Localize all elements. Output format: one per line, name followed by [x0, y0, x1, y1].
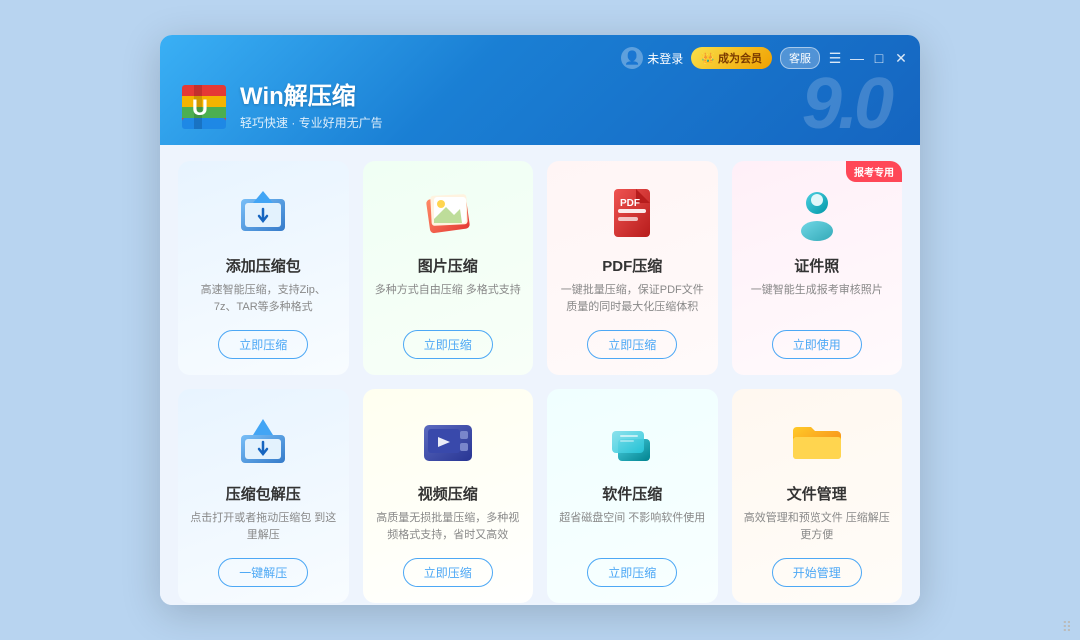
app-info: U Win解压缩 轻巧快速 · 专业好用无广告: [180, 83, 383, 131]
decompress-icon: [231, 409, 295, 473]
decompress-desc: 点击打开或者拖动压缩包 到这里解压: [190, 510, 337, 546]
card-folder[interactable]: 文件管理 高效管理和预览文件 压缩解压更方便 开始管理: [732, 389, 903, 603]
app-title: Win解压缩: [240, 83, 383, 112]
video-desc: 高质量无损批量压缩，多种视频格式支持，省时又高效: [375, 510, 522, 546]
software-icon: [600, 409, 664, 473]
compress-title: 添加压缩包: [226, 255, 301, 276]
vip-button[interactable]: 👑 成为会员: [691, 47, 772, 69]
idphoto-button[interactable]: 立即使用: [772, 330, 862, 359]
image-button[interactable]: 立即压缩: [403, 330, 493, 359]
main-window: U Win解压缩 轻巧快速 · 专业好用无广告 9.0 👤 未登录 👑 成为会员…: [160, 35, 920, 605]
idphoto-title: 证件照: [794, 255, 839, 276]
pdf-button[interactable]: 立即压缩: [587, 330, 677, 359]
crown-icon: 👑: [701, 52, 715, 65]
folder-icon: [785, 409, 849, 473]
main-content: 添加压缩包 高速智能压缩，支持Zip、7z、TAR等多种格式 立即压缩: [160, 145, 920, 605]
titlebar-controls: 👤 未登录 👑 成为会员 客服 ☰ — □ ✕: [621, 47, 908, 69]
card-pdf[interactable]: PDF PDF压缩 一键批量压缩，保证PDF文件质量的同时最大化压缩体积 立即压…: [547, 161, 718, 375]
login-text: 未登录: [647, 50, 683, 67]
idphoto-badge: 报考专用: [846, 161, 902, 182]
pdf-desc: 一键批量压缩，保证PDF文件质量的同时最大化压缩体积: [559, 282, 706, 318]
version-display: 9.0: [802, 68, 890, 140]
image-desc: 多种方式自由压缩 多格式支持: [375, 282, 521, 318]
video-icon: [416, 409, 480, 473]
software-title: 软件压缩: [602, 483, 662, 504]
idphoto-icon: [785, 181, 849, 245]
image-title: 图片压缩: [418, 255, 478, 276]
svg-text:PDF: PDF: [620, 198, 640, 209]
folder-title: 文件管理: [787, 483, 847, 504]
user-avatar: 👤: [621, 47, 643, 69]
app-title-block: Win解压缩 轻巧快速 · 专业好用无广告: [240, 83, 383, 131]
image-icon: [416, 181, 480, 245]
minimize-button[interactable]: —: [850, 51, 864, 65]
card-compress[interactable]: 添加压缩包 高速智能压缩，支持Zip、7z、TAR等多种格式 立即压缩: [178, 161, 349, 375]
card-decompress[interactable]: 压缩包解压 点击打开或者拖动压缩包 到这里解压 一键解压: [178, 389, 349, 603]
decompress-title: 压缩包解压: [226, 483, 301, 504]
idphoto-desc: 一键智能生成报考审核照片: [751, 282, 883, 318]
guest-label: 客服: [789, 53, 811, 65]
folder-desc: 高效管理和预览文件 压缩解压更方便: [744, 510, 891, 546]
titlebar: U Win解压缩 轻巧快速 · 专业好用无广告 9.0 👤 未登录 👑 成为会员…: [160, 35, 920, 145]
video-title: 视频压缩: [418, 483, 478, 504]
app-subtitle: 轻巧快速 · 专业好用无广告: [240, 114, 383, 131]
pdf-icon: PDF: [600, 181, 664, 245]
decompress-button[interactable]: 一键解压: [218, 558, 308, 587]
close-button[interactable]: ✕: [894, 51, 908, 65]
card-software[interactable]: 软件压缩 超省磁盘空间 不影响软件使用 立即压缩: [547, 389, 718, 603]
vip-label: 成为会员: [718, 50, 762, 66]
app-logo: U: [180, 83, 228, 131]
feature-grid: 添加压缩包 高速智能压缩，支持Zip、7z、TAR等多种格式 立即压缩: [178, 161, 902, 603]
card-image[interactable]: 图片压缩 多种方式自由压缩 多格式支持 立即压缩: [363, 161, 534, 375]
menu-button[interactable]: ☰: [828, 51, 842, 65]
card-idphoto[interactable]: 报考专用 证件照 一键智能生成: [732, 161, 903, 375]
video-button[interactable]: 立即压缩: [403, 558, 493, 587]
compress-desc: 高速智能压缩，支持Zip、7z、TAR等多种格式: [190, 282, 337, 318]
maximize-button[interactable]: □: [872, 51, 886, 65]
software-desc: 超省磁盘空间 不影响软件使用: [559, 510, 705, 546]
guest-button[interactable]: 客服: [780, 47, 820, 69]
folder-button[interactable]: 开始管理: [772, 558, 862, 587]
pdf-title: PDF压缩: [602, 255, 662, 276]
compress-icon: [231, 181, 295, 245]
user-badge: 👤 未登录: [621, 47, 683, 69]
compress-button[interactable]: 立即压缩: [218, 330, 308, 359]
svg-text:U: U: [192, 95, 208, 120]
software-button[interactable]: 立即压缩: [587, 558, 677, 587]
card-video[interactable]: 视频压缩 高质量无损批量压缩，多种视频格式支持，省时又高效 立即压缩: [363, 389, 534, 603]
